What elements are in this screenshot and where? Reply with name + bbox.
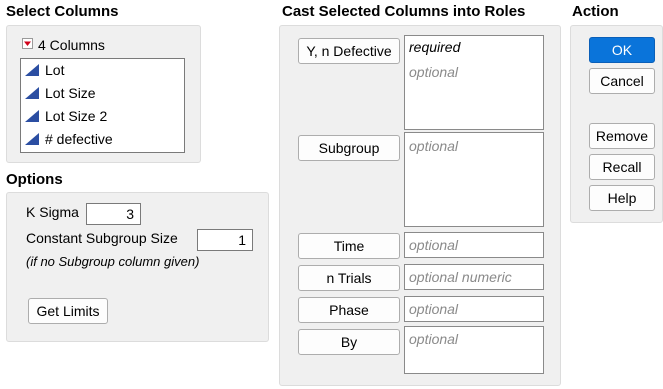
role-box-n-trials[interactable]: optional numeric xyxy=(404,264,544,290)
cast-roles-heading: Cast Selected Columns into Roles xyxy=(282,3,526,20)
column-label: Lot Size 2 xyxy=(45,108,108,124)
role-button-phase[interactable]: Phase xyxy=(298,297,400,323)
remove-button[interactable]: Remove xyxy=(589,123,655,149)
action-heading: Action xyxy=(572,3,619,20)
subgroup-note: (if no Subgroup column given) xyxy=(26,254,200,269)
column-label: Lot Size xyxy=(45,85,96,101)
role-button-n-trials[interactable]: n Trials xyxy=(298,265,400,291)
get-limits-button[interactable]: Get Limits xyxy=(28,298,108,324)
role-box-y-n-defective[interactable]: required optional xyxy=(404,35,544,130)
recall-button[interactable]: Recall xyxy=(589,154,655,180)
columns-disclosure[interactable]: 4 Columns xyxy=(20,36,140,56)
constant-subgroup-label: Constant Subgroup Size xyxy=(26,230,178,246)
column-label: Lot xyxy=(45,62,65,78)
cancel-button[interactable]: Cancel xyxy=(589,68,655,94)
optional-hint: optional xyxy=(409,237,459,253)
columns-list[interactable]: Lot Lot Size Lot Size 2 # defective xyxy=(20,58,185,153)
disclosure-triangle-icon[interactable] xyxy=(22,38,33,49)
role-button-time[interactable]: Time xyxy=(298,233,400,259)
constant-subgroup-input[interactable]: 1 xyxy=(197,229,253,251)
ok-button[interactable]: OK xyxy=(589,37,655,63)
options-heading: Options xyxy=(6,171,63,188)
column-label: # defective xyxy=(45,131,113,147)
help-button[interactable]: Help xyxy=(589,185,655,211)
role-button-y-n-defective[interactable]: Y, n Defective xyxy=(298,38,400,64)
role-button-by[interactable]: By xyxy=(298,329,400,355)
optional-hint: optional xyxy=(409,301,459,317)
continuous-column-icon xyxy=(25,64,39,76)
role-box-phase[interactable]: optional xyxy=(404,296,544,322)
role-box-time[interactable]: optional xyxy=(404,232,544,258)
optional-numeric-hint: optional numeric xyxy=(409,269,512,285)
k-sigma-label: K Sigma xyxy=(26,204,79,220)
select-columns-heading: Select Columns xyxy=(6,3,119,20)
continuous-column-icon xyxy=(25,133,39,145)
columns-count-label: 4 Columns xyxy=(38,37,105,53)
optional-hint: optional xyxy=(409,138,459,154)
required-hint: required xyxy=(409,39,461,55)
optional-hint: optional xyxy=(409,331,459,347)
continuous-column-icon xyxy=(25,110,39,122)
role-button-subgroup[interactable]: Subgroup xyxy=(298,135,400,161)
continuous-column-icon xyxy=(25,87,39,99)
role-box-by[interactable]: optional xyxy=(404,326,544,374)
optional-hint: optional xyxy=(409,64,459,80)
k-sigma-input[interactable]: 3 xyxy=(86,203,141,225)
role-box-subgroup[interactable]: optional xyxy=(404,132,544,227)
